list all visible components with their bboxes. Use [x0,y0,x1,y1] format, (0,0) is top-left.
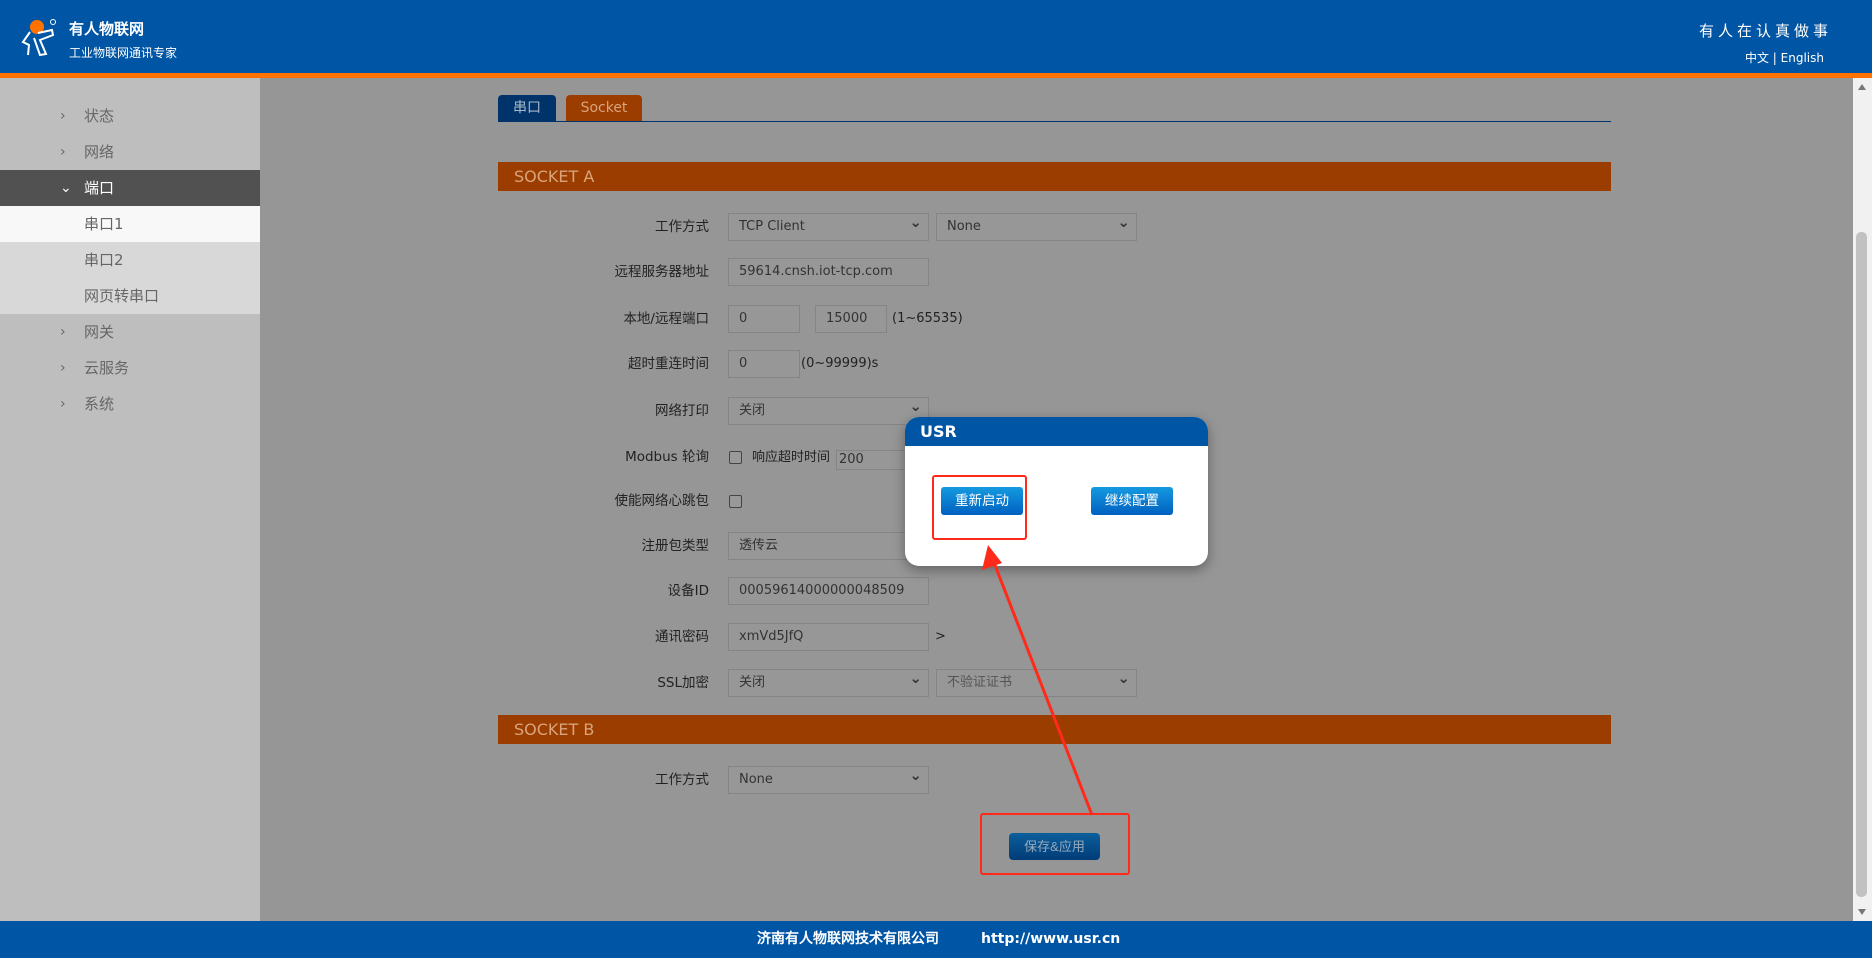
ssl-cert-select[interactable]: 不验证证书 [936,665,1137,697]
label-modbus: Modbus 轮询 [625,449,709,465]
work-mode-b-select[interactable]: None [728,762,929,794]
label-ports: 本地/远程端口 [623,311,709,327]
chevron-down-icon: ⌄ [60,180,72,196]
footer: 济南有人物联网技术有限公司 http://www.usr.cn [0,921,1872,958]
sidebar-item-port[interactable]: ⌄ 端口 [0,170,260,206]
sidebar-item-cloud[interactable]: › 云服务 [0,350,260,386]
label-net-print: 网络打印 [655,403,709,419]
scrollbar-thumb[interactable] [1856,232,1867,897]
sidebar-item-web-serial[interactable]: 网页转串口 [0,278,260,314]
language-switch: 中文 | English [1745,49,1824,66]
port-range-hint: (1~65535) [892,311,963,326]
sidebar-item-network[interactable]: › 网络 [0,134,260,170]
chevron-right-icon: › [60,108,66,124]
label-server: 远程服务器地址 [614,264,710,280]
sidebar-item-label: 网关 [84,323,115,341]
sidebar-item-label: 网络 [84,143,115,161]
chevron-right-icon: › [60,360,66,376]
device-id-input[interactable]: 00059614000000048509 [728,577,929,605]
label-work-mode: 工作方式 [655,219,709,235]
sidebar-item-serial1[interactable]: 串口1 [0,206,260,242]
password-input[interactable]: xmVd5JfQ [728,623,929,651]
chevron-right-icon: › [60,396,66,412]
ssl-select[interactable]: 关闭 [728,665,929,697]
label-reg-type: 注册包类型 [641,538,710,554]
sidebar-item-label: 系统 [84,395,115,413]
password-suffix: > [935,629,946,644]
sidebar-item-label: 网页转串口 [84,287,160,305]
chevron-right-icon: › [60,324,66,340]
tab-socket[interactable]: Socket [566,95,642,122]
dialog-title: USR [905,417,1208,446]
label-ssl: SSL加密 [657,675,709,691]
section-socket-a: SOCKET A [498,162,1611,191]
label-heartbeat: 使能网络心跳包 [614,493,710,509]
header: 有人物联网 工业物联网通讯专家 有人在认真做事 中文 | English [0,0,1872,73]
footer-url[interactable]: http://www.usr.cn [981,921,1120,958]
heartbeat-checkbox[interactable] [729,495,742,508]
work-submode-select[interactable]: None [936,209,1137,241]
sidebar-item-system[interactable]: › 系统 [0,386,260,422]
remote-port-input[interactable]: 15000 [815,305,887,333]
lang-separator: | [1772,51,1777,65]
sidebar-item-label: 状态 [84,107,115,125]
slogan: 有人在认真做事 [1698,22,1832,40]
sidebar-item-label: 串口2 [84,251,124,269]
lang-en-link[interactable]: English [1781,51,1824,65]
brand-tagline: 工业物联网通讯专家 [69,46,178,60]
sidebar-item-gateway[interactable]: › 网关 [0,314,260,350]
sidebar-item-label: 串口1 [84,215,124,233]
section-socket-b: SOCKET B [498,715,1611,744]
annotation-box-save [980,813,1130,875]
label-reconnect: 超时重连时间 [628,356,709,372]
sidebar-item-label: 云服务 [84,359,130,377]
continue-config-button[interactable]: 继续配置 [1091,487,1173,515]
sidebar: › 状态 › 网络 ⌄ 端口 串口1 串口2 网页转串口 › 网关 › 云服务 › 系统 [0,78,260,921]
annotation-box-restart [932,475,1027,540]
usr-logo-icon [21,19,56,57]
label-work-mode-b: 工作方式 [655,772,709,788]
sidebar-item-status[interactable]: › 状态 [0,98,260,134]
scroll-down-icon[interactable] [1858,909,1866,915]
reconnect-time-input[interactable]: 0 [728,350,800,378]
sidebar-item-label: 端口 [84,179,115,197]
local-port-input[interactable]: 0 [728,305,800,333]
reconnect-hint: (0~99999)s [801,356,879,371]
lang-zh-link[interactable]: 中文 [1745,51,1769,65]
modbus-checkbox[interactable] [729,451,742,464]
brand-name: 有人物联网 [69,20,145,38]
sidebar-item-serial2[interactable]: 串口2 [0,242,260,278]
net-print-select[interactable]: 关闭 [728,393,929,425]
reg-type-select[interactable]: 透传云 [728,528,929,560]
tab-underline [498,121,1611,122]
server-address-input[interactable]: 59614.cnsh.iot-tcp.com [728,258,929,286]
scroll-up-icon[interactable] [1858,84,1866,90]
work-mode-select[interactable]: TCP Client [728,209,929,241]
chevron-right-icon: › [60,144,66,160]
modbus-timeout-label: 响应超时时间 [752,450,831,465]
tab-serial[interactable]: 串口 [498,95,556,122]
footer-company: 济南有人物联网技术有限公司 [757,931,939,947]
label-password: 通讯密码 [655,629,709,645]
label-device-id: 设备ID [667,583,709,599]
